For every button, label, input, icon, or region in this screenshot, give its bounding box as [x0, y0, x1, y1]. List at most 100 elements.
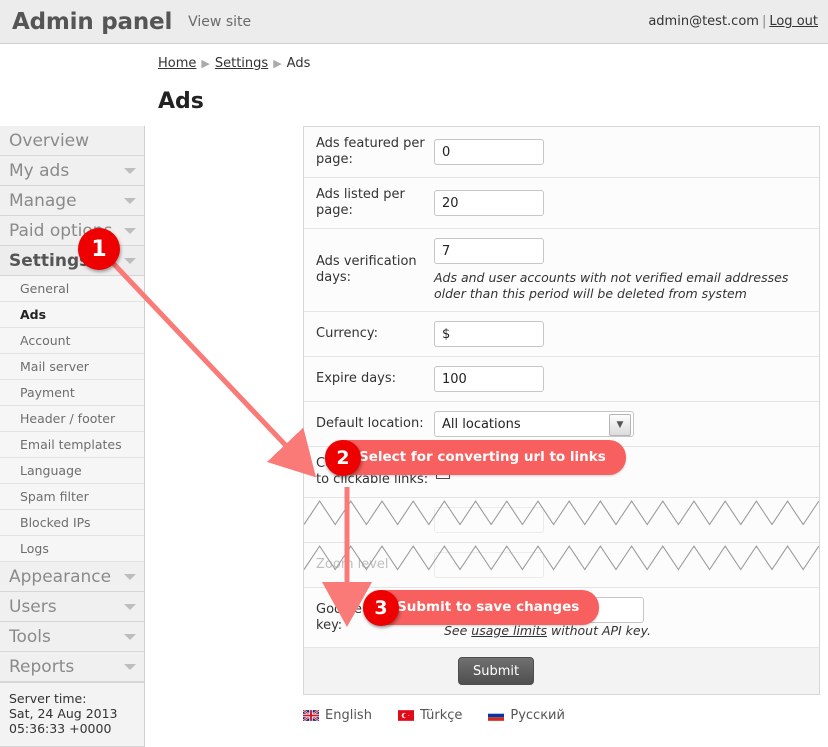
sidebar-item-blocked-ips[interactable]: Blocked IPs — [0, 510, 144, 536]
server-time-value: 05:36:33 +0000 — [9, 721, 112, 736]
sidebar-item-label: Email templates — [20, 437, 122, 452]
field-label: Convert text urls to clickable links: — [316, 456, 429, 487]
breadcrumb-home[interactable]: Home — [158, 56, 196, 71]
form-row-obscured — [304, 498, 819, 543]
field-control: Ads and user accounts with not verified … — [434, 238, 809, 302]
language-option-türkçe[interactable]: Türkçe — [397, 708, 463, 723]
submit-button[interactable]: Submit — [458, 657, 535, 685]
sidebar-item-email-templates[interactable]: Email templates — [0, 432, 144, 458]
field-control: All locations ▼ — [434, 411, 809, 437]
field-input[interactable] — [434, 552, 544, 578]
form-row-convert-urls: Convert text urls to clickable links: ✔ — [304, 447, 819, 498]
sidebar-item-label: Users — [9, 596, 57, 617]
content-area: Ads featured per page: Ads listed per pag… — [145, 126, 828, 723]
field-input[interactable] — [434, 139, 544, 165]
sidebar-item-label: Paid options — [9, 220, 113, 241]
field-control — [434, 366, 809, 392]
sidebar-item-logs[interactable]: Logs — [0, 536, 144, 562]
chevron-down-icon — [124, 663, 136, 670]
language-option-русский[interactable]: Русский — [488, 708, 565, 723]
field-label: Expire days: — [316, 371, 397, 386]
sidebar-item-spam-filter[interactable]: Spam filter — [0, 484, 144, 510]
form-row-submit: Submit — [304, 648, 819, 694]
field-label: Currency: — [316, 326, 379, 341]
field-input[interactable] — [434, 238, 544, 264]
chevron-down-icon — [124, 167, 136, 174]
default-location-value: All locations — [442, 416, 521, 432]
sidebar-item-label: Payment — [20, 385, 75, 400]
chevron-down-icon[interactable]: ▼ — [609, 414, 631, 436]
language-label: English — [325, 708, 372, 723]
sidebar-item-label: Overview — [9, 130, 90, 151]
sidebar-item-overview[interactable]: Overview — [0, 126, 144, 156]
sidebar-item-label: Manage — [9, 190, 77, 211]
field-control — [434, 139, 809, 165]
logout-link[interactable]: Log out — [769, 14, 818, 29]
convert-urls-checkbox[interactable]: ✔ — [436, 465, 450, 479]
field-control — [434, 552, 809, 578]
server-time-label: Server time: — [9, 691, 87, 706]
sidebar-item-paid-options[interactable]: Paid options — [0, 216, 144, 246]
chevron-right-icon: ▶ — [273, 57, 282, 70]
language-option-english[interactable]: English — [303, 708, 372, 723]
sidebar-item-appearance[interactable]: Appearance — [0, 562, 144, 592]
form-row: Expire days: — [304, 357, 819, 402]
google-maps-note: See usage limits without API key. — [444, 623, 651, 638]
field-label: Default location: — [316, 416, 424, 431]
note-text-before: See — [444, 623, 472, 638]
sidebar-item-mail-server[interactable]: Mail server — [0, 354, 144, 380]
sidebar-item-my-ads[interactable]: My ads — [0, 156, 144, 186]
sidebar-item-language[interactable]: Language — [0, 458, 144, 484]
field-input[interactable] — [434, 190, 544, 216]
sidebar-item-label: Account — [20, 333, 71, 348]
sidebar-item-tools[interactable]: Tools — [0, 622, 144, 652]
sidebar-item-general[interactable]: General — [0, 276, 144, 302]
usage-limits-link[interactable]: usage limits — [471, 623, 547, 638]
form-row-google-maps-key: Google maps API key: See usage limits wit… — [304, 588, 819, 648]
field-control: See usage limits without API key. — [434, 597, 809, 638]
chevron-down-icon — [124, 573, 136, 580]
chevron-down-icon — [124, 633, 136, 640]
sidebar-item-ads[interactable]: Ads — [0, 302, 144, 328]
sidebar-item-payment[interactable]: Payment — [0, 380, 144, 406]
breadcrumb: Home ▶ Settings ▶ Ads — [154, 44, 828, 71]
field-input[interactable] — [434, 321, 544, 347]
turkey-flag-icon — [397, 710, 414, 721]
field-input[interactable] — [434, 507, 544, 533]
form-row: Currency: — [304, 312, 819, 357]
field-control — [434, 507, 809, 533]
language-label: Türkçe — [419, 708, 463, 723]
server-time-box: Server time: Sat, 24 Aug 2013 05:36:33 +00… — [0, 682, 144, 747]
sidebar-item-label: Reports — [9, 656, 75, 677]
breadcrumb-settings[interactable]: Settings — [215, 56, 268, 71]
default-location-select[interactable]: All locations ▼ — [434, 411, 634, 437]
chevron-down-icon — [124, 603, 136, 610]
account-area: admin@test.com | Log out — [648, 14, 818, 29]
field-control — [434, 190, 809, 216]
sidebar-item-label: Spam filter — [20, 489, 89, 504]
page-title: Ads — [158, 89, 204, 114]
language-label: Русский — [510, 708, 565, 723]
main-shell: Overview My ads Manage Paid options Settings… — [0, 126, 828, 747]
field-input[interactable] — [434, 366, 544, 392]
chevron-down-icon — [124, 257, 136, 264]
sidebar-item-label: Mail server — [20, 359, 89, 374]
google-maps-key-input[interactable] — [434, 597, 644, 623]
sidebar-item-label: Tools — [9, 626, 51, 647]
sidebar-item-label: Appearance — [9, 566, 112, 587]
user-email: admin@test.com — [648, 14, 759, 29]
sidebar-item-reports[interactable]: Reports — [0, 652, 144, 682]
field-control: Submit — [434, 657, 809, 685]
server-time-date: Sat, 24 Aug 2013 — [9, 706, 118, 721]
sidebar-item-account[interactable]: Account — [0, 328, 144, 354]
chevron-right-icon: ▶ — [201, 57, 210, 70]
view-site-link[interactable]: View site — [188, 14, 251, 30]
sidebar-item-manage[interactable]: Manage — [0, 186, 144, 216]
sidebar-item-settings[interactable]: Settings — [0, 246, 144, 276]
russia-flag-icon — [488, 710, 505, 721]
field-hint: Ads and user accounts with not verified … — [434, 270, 789, 301]
sidebar-item-header-footer[interactable]: Header / footer — [0, 406, 144, 432]
breadcrumb-current: Ads — [286, 56, 311, 71]
field-control: ✔ — [434, 465, 809, 479]
sidebar-item-users[interactable]: Users — [0, 592, 144, 622]
